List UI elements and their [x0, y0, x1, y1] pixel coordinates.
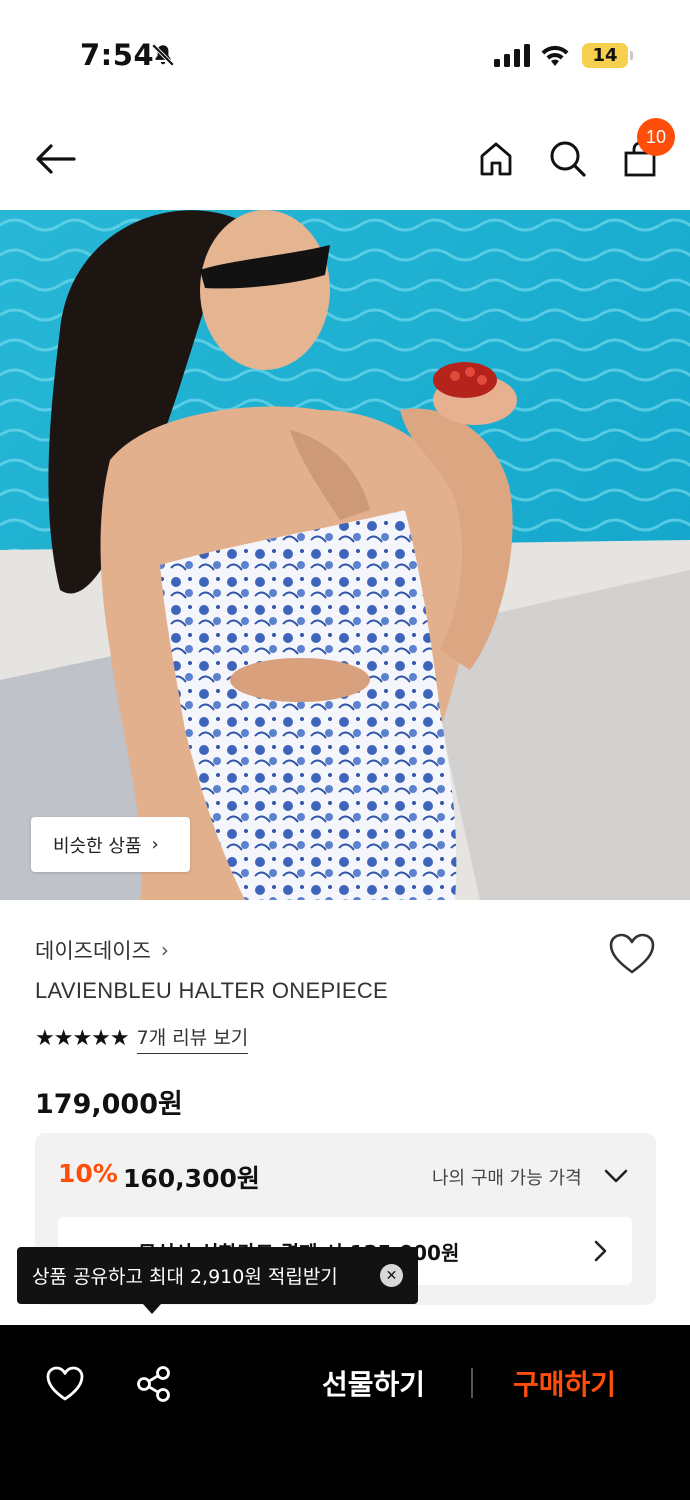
home-button[interactable]: [471, 134, 521, 184]
product-photo: [0, 210, 690, 900]
rating-stars: ★★★★★: [35, 1026, 130, 1051]
wifi-icon: [541, 45, 569, 66]
gift-button[interactable]: 선물하기: [322, 1363, 425, 1403]
chevron-right-icon: ›: [151, 834, 159, 855]
chevron-right-icon: ›: [160, 938, 169, 962]
product-name: LAVIENBLEU HALTER ONEPIECE: [35, 978, 388, 1003]
back-arrow-icon: [36, 144, 76, 174]
bottom-action-bar: 선물하기 구매하기: [0, 1325, 690, 1500]
bell-off-icon: [151, 43, 175, 67]
search-button[interactable]: [543, 134, 593, 184]
status-bar: 7:54 14: [0, 0, 690, 110]
similar-products-label: 비슷한 상품: [53, 835, 142, 857]
product-image[interactable]: [0, 210, 690, 900]
buy-button[interactable]: 구매하기: [513, 1363, 616, 1403]
brand-link[interactable]: 데이즈데이즈 ›: [35, 935, 169, 965]
signal-icon: [494, 44, 530, 67]
heart-icon[interactable]: [45, 1365, 85, 1403]
brand-name: 데이즈데이즈: [35, 939, 151, 963]
search-icon: [550, 141, 586, 177]
battery-indicator: 14: [582, 43, 633, 68]
chevron-down-icon[interactable]: [603, 1165, 629, 1187]
discount-rate: 10%: [58, 1159, 118, 1188]
back-button[interactable]: [30, 134, 80, 184]
discount-price: 160,300원: [123, 1164, 260, 1193]
share-icon[interactable]: [135, 1365, 173, 1403]
cart-count-badge: 10: [637, 118, 675, 156]
my-price-toggle[interactable]: 나의 구매 가능 가격: [432, 1164, 582, 1190]
home-icon: [480, 142, 512, 176]
divider: [471, 1368, 473, 1398]
chevron-right-icon: [594, 1240, 607, 1262]
status-time: 7:54: [80, 38, 155, 72]
top-navigation: [0, 110, 690, 210]
original-price: 179,000원: [35, 1089, 183, 1120]
review-link[interactable]: 7개 리뷰 보기: [136, 1023, 249, 1054]
tooltip-text: 상품 공유하고 최대 2,910원 적립받기: [32, 1266, 338, 1288]
similar-products-button[interactable]: 비슷한 상품 ›: [31, 817, 190, 872]
wishlist-heart-icon[interactable]: [608, 932, 656, 976]
rating-row: ★★★★★ 7개 리뷰 보기: [35, 1023, 249, 1054]
close-icon[interactable]: ✕: [380, 1264, 403, 1287]
share-reward-tooltip: 상품 공유하고 최대 2,910원 적립받기 ✕: [17, 1247, 418, 1314]
